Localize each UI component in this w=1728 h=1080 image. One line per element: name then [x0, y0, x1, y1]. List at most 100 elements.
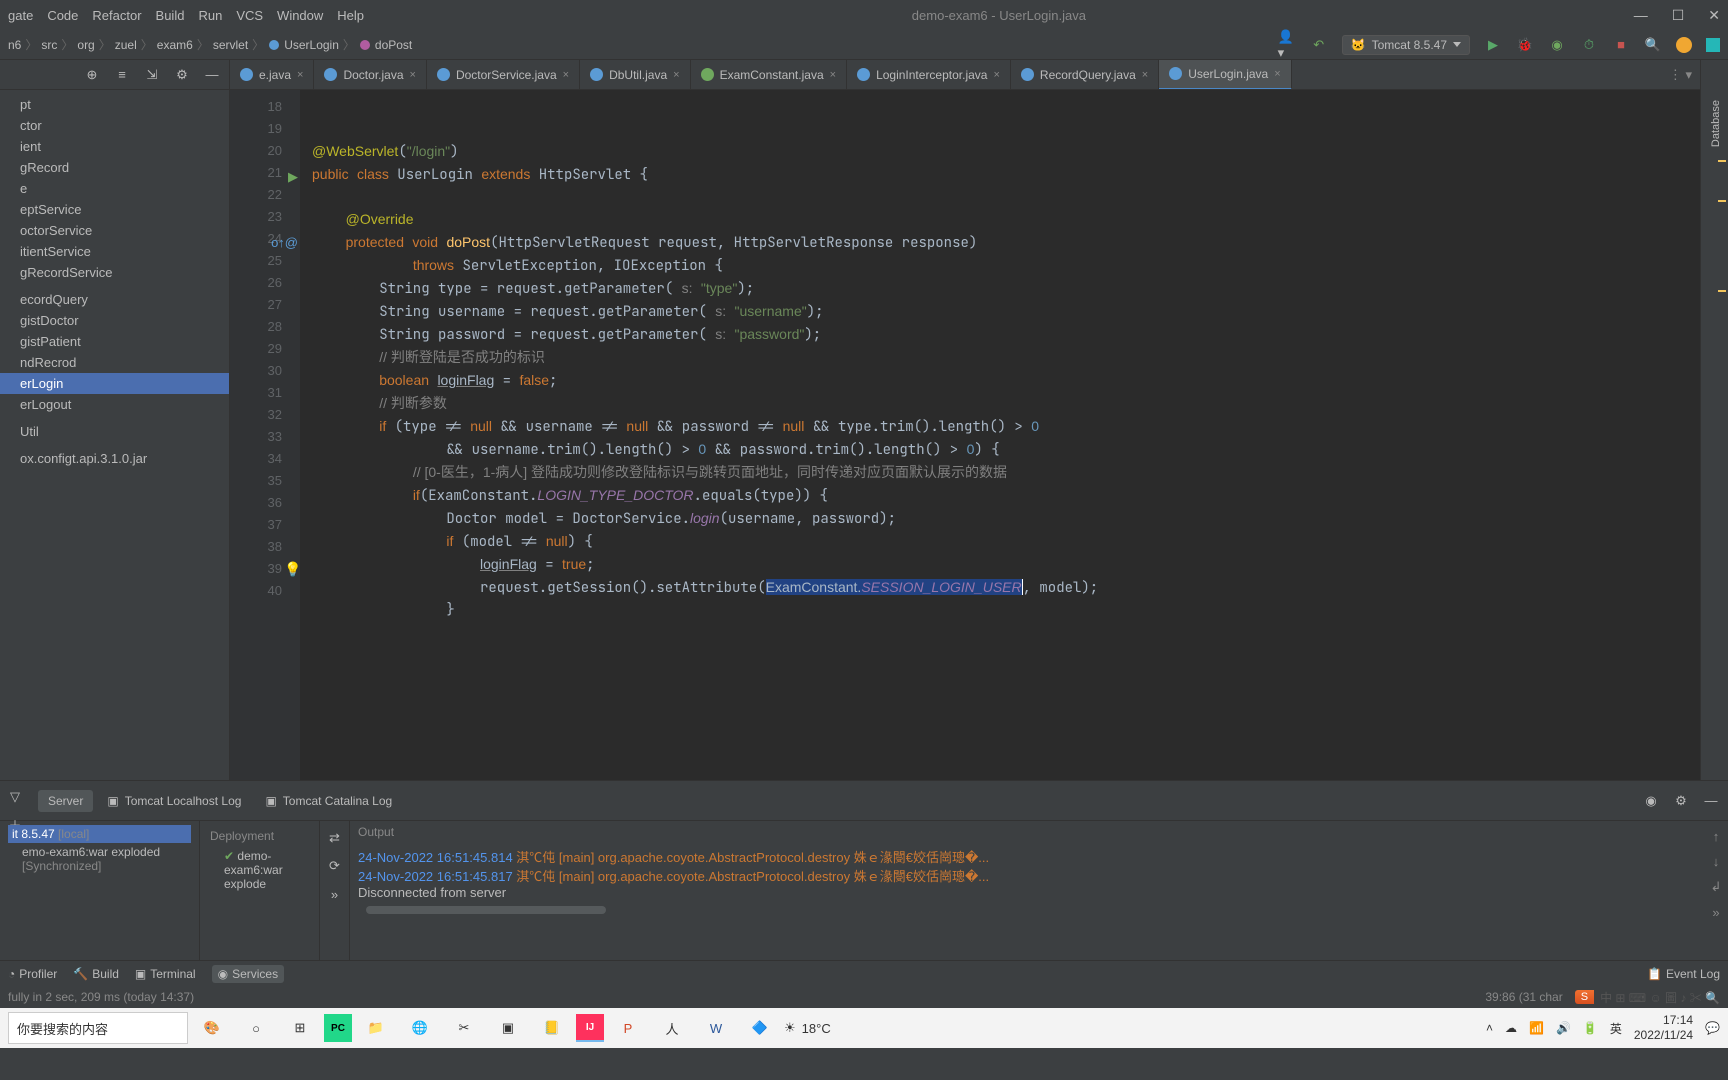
notification-icon[interactable] — [1676, 37, 1692, 53]
refresh-icon[interactable]: ⟳ — [326, 857, 344, 875]
menu-navigate[interactable]: gate — [8, 8, 33, 23]
services-tree[interactable]: it 8.5.47 [local] emo-exam6:war exploded… — [0, 821, 200, 960]
warning-marker[interactable] — [1718, 200, 1726, 202]
pycharm-icon[interactable]: PC — [324, 1014, 352, 1042]
output-scrollbar[interactable] — [358, 906, 1696, 916]
notifications-icon[interactable]: 💬 — [1705, 1021, 1720, 1035]
editor-tab[interactable]: DbUtil.java× — [580, 60, 690, 90]
close-tab-icon[interactable]: × — [1274, 68, 1280, 80]
tree-item[interactable]: octorService — [0, 220, 229, 241]
close-tab-icon[interactable]: × — [993, 69, 999, 81]
tree-item[interactable]: gRecordService — [0, 262, 229, 283]
collapse-icon[interactable]: ≡ — [113, 66, 131, 84]
tree-item[interactable]: e — [0, 178, 229, 199]
windows-search[interactable]: 你要搜索的内容 — [8, 1012, 188, 1044]
editor-tab[interactable]: RecordQuery.java× — [1011, 60, 1159, 90]
crumb[interactable]: n6 — [8, 38, 21, 52]
crumb[interactable]: exam6 — [157, 38, 193, 52]
ime-icon[interactable]: 英 — [1610, 1020, 1622, 1037]
menu-build[interactable]: Build — [156, 8, 185, 23]
layout-icon[interactable]: ◉ — [1642, 792, 1660, 810]
more-icon[interactable]: » — [326, 885, 344, 903]
taskview-icon[interactable]: ⊞ — [280, 1012, 320, 1044]
maximize-icon[interactable]: ☐ — [1672, 7, 1685, 24]
clock[interactable]: 17:14 2022/11/24 — [1634, 1013, 1693, 1043]
menu-vcs[interactable]: VCS — [236, 8, 263, 23]
server-tab[interactable]: Server — [38, 790, 93, 812]
wifi-icon[interactable]: 📶 — [1529, 1021, 1544, 1035]
database-tool-button[interactable]: Database — [1710, 100, 1722, 147]
tree-item[interactable]: ox.configt.api.3.1.0.jar — [0, 448, 229, 469]
weather-widget[interactable]: ☀ 18°C — [784, 1020, 831, 1036]
hide-icon[interactable]: — — [203, 66, 221, 84]
tree-item[interactable]: gistDoctor — [0, 310, 229, 331]
deployment-item[interactable]: ✔ demo-exam6:war explode — [206, 845, 313, 895]
onedrive-icon[interactable]: ☁ — [1505, 1021, 1517, 1035]
tray-chevron-icon[interactable]: ˄ — [1486, 1021, 1493, 1035]
run-icon[interactable]: ▶ — [1484, 36, 1502, 54]
services-button[interactable]: ◉Services — [212, 965, 285, 983]
tree-item[interactable]: ndRecrod — [0, 352, 229, 373]
target-icon[interactable]: ⊕ — [83, 66, 101, 84]
crumb[interactable]: doPost — [375, 38, 412, 52]
tree-item[interactable]: erLogout — [0, 394, 229, 415]
project-tree[interactable]: ptctorientgRecordeeptServiceoctorService… — [0, 90, 229, 473]
crumb[interactable]: zuel — [115, 38, 137, 52]
menu-refactor[interactable]: Refactor — [92, 8, 141, 23]
tomcat-node[interactable]: it 8.5.47 [local] — [8, 825, 191, 843]
close-tab-icon[interactable]: × — [410, 69, 416, 81]
warning-marker[interactable] — [1718, 160, 1726, 162]
tree-item[interactable]: ient — [0, 136, 229, 157]
close-tab-icon[interactable]: × — [297, 69, 303, 81]
crumb[interactable]: src — [41, 38, 57, 52]
intellij-icon[interactable]: IJ — [576, 1014, 604, 1042]
tree-item[interactable]: eptService — [0, 199, 229, 220]
catalina-log-tab[interactable]: ▣Tomcat Catalina Log — [255, 790, 402, 812]
tree-item[interactable]: itientService — [0, 241, 229, 262]
code-view[interactable]: @WebServlet("/login") public class UserL… — [300, 90, 1700, 780]
hide-icon[interactable]: — — [1702, 792, 1720, 810]
menu-code[interactable]: Code — [47, 8, 78, 23]
editor-tab[interactable]: ExamConstant.java× — [691, 60, 848, 90]
ime-tools[interactable]: 中 ⊞ ⌨ ☺ 圖 ♪ ✂ 🔍 — [1600, 989, 1720, 1006]
build-button[interactable]: 🔨Build — [73, 967, 119, 981]
warning-marker[interactable] — [1718, 290, 1726, 292]
crumb[interactable]: UserLogin — [284, 38, 339, 52]
gear-icon[interactable]: ⚙ — [1672, 792, 1690, 810]
editor-tab[interactable]: DoctorService.java× — [427, 60, 580, 90]
ime-indicator[interactable]: S — [1575, 990, 1594, 1004]
filter-icon[interactable]: ▽ — [6, 789, 24, 805]
app-icon[interactable]: 🔷 — [740, 1012, 780, 1044]
more-icon[interactable]: » — [1712, 905, 1719, 920]
search-icon[interactable]: 🔍 — [1644, 36, 1662, 54]
minimize-icon[interactable]: — — [1634, 7, 1648, 24]
tree-item[interactable]: erLogin — [0, 373, 229, 394]
editor-tab[interactable]: Doctor.java× — [314, 60, 426, 90]
intention-bulb-icon[interactable]: 💡 — [284, 558, 298, 572]
artifact-node[interactable]: emo-exam6:war exploded [Synchronized] — [8, 843, 191, 875]
plugin-icon[interactable] — [1706, 38, 1720, 52]
cortana-icon[interactable]: ○ — [236, 1012, 276, 1044]
tree-item[interactable]: Util — [0, 421, 229, 442]
explorer-icon[interactable]: 📁 — [356, 1012, 396, 1044]
menu-help[interactable]: Help — [337, 8, 364, 23]
down-icon[interactable]: ↓ — [1713, 854, 1720, 869]
close-icon[interactable]: ✕ — [1708, 7, 1720, 24]
run-config-selector[interactable]: 🐱 Tomcat 8.5.47 — [1342, 35, 1470, 55]
taskbar-app[interactable]: 🎨 — [192, 1012, 232, 1044]
output-content[interactable]: 24-Nov-2022 16:51:45.814 淇℃伅 [main] org.… — [350, 843, 1704, 960]
terminal-icon[interactable]: ▣ — [488, 1012, 528, 1044]
terminal-button[interactable]: ▣Terminal — [135, 967, 196, 981]
expand-icon[interactable]: ⇲ — [143, 66, 161, 84]
app-icon[interactable]: 人 — [652, 1012, 692, 1044]
close-tab-icon[interactable]: × — [830, 69, 836, 81]
editor-body[interactable]: 18192021▶222324o↑@2526272829303132333435… — [230, 90, 1700, 780]
close-tab-icon[interactable]: × — [563, 69, 569, 81]
tree-item[interactable]: ecordQuery — [0, 289, 229, 310]
edge-icon[interactable]: 🌐 — [400, 1012, 440, 1044]
deploy-icon[interactable]: ⇄ — [326, 829, 344, 847]
crumb[interactable]: org — [77, 38, 94, 52]
tree-item[interactable]: gistPatient — [0, 331, 229, 352]
battery-icon[interactable]: 🔋 — [1583, 1021, 1598, 1035]
localhost-log-tab[interactable]: ▣Tomcat Localhost Log — [97, 790, 251, 812]
